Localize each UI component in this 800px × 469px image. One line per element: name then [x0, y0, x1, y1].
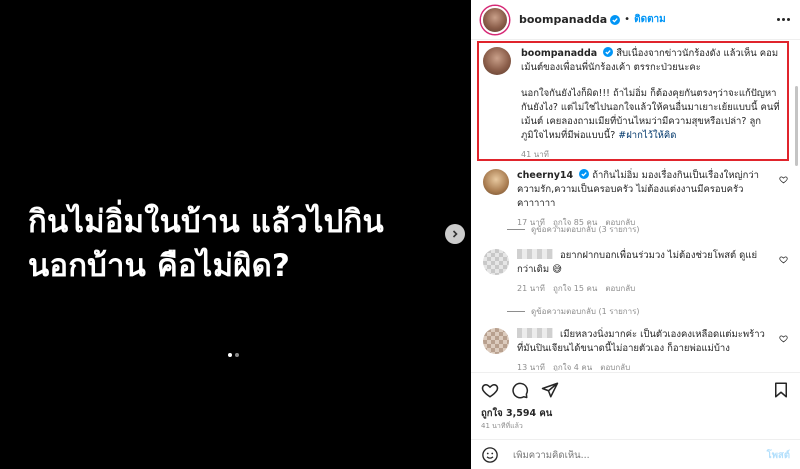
carousel-dot-active [228, 353, 232, 357]
caption-hashtag[interactable]: #ฝากไว้ให้คิด [618, 130, 676, 141]
post-header: boompanadda • ติดตาม [471, 0, 800, 40]
verified-badge-icon [579, 169, 590, 179]
comment-bubble-icon[interactable] [511, 381, 529, 399]
caption-avatar[interactable] [483, 47, 511, 75]
comment-likes[interactable]: ถูกใจ 15 คน [553, 282, 597, 295]
more-options-icon[interactable] [777, 18, 790, 21]
verified-badge-icon [603, 47, 614, 57]
post-media[interactable]: กินไม่อิ่มในบ้าน แล้วไปกิน นอกบ้าน คือไม… [0, 0, 471, 469]
comments-scrollbar[interactable] [795, 86, 798, 166]
view-replies-label: ดูข้อความตอบกลับ (1 รายการ) [531, 307, 640, 316]
emoji-smiley-icon[interactable] [481, 446, 499, 464]
comment-likes[interactable]: ถูกใจ 4 คน [553, 361, 592, 371]
post-comment-button[interactable]: โพสต์ [767, 448, 790, 463]
comment-item: อยากฝากบอกเพื่อนร่วมวง ไม่ต้องช่วยโพสต์ … [483, 249, 773, 295]
comment-text: เมียหลวงนิ่งมากค่ะ เป็นตัวเองคงเหลือดแต่… [517, 329, 765, 354]
comment-avatar-blurred[interactable] [483, 328, 509, 354]
comment-item: cheerny14 ถ้ากินไม่อิ่ม มองเรื่องกินเป็น… [483, 169, 773, 229]
follow-button[interactable]: ติดตาม [634, 12, 666, 27]
like-comment-heart-icon[interactable] [779, 334, 788, 343]
view-replies-button[interactable]: ดูข้อความตอบกลับ (3 รายการ) [507, 223, 640, 236]
comment-emoji: 😅 [552, 264, 563, 275]
reply-button[interactable]: ตอบกลับ [600, 361, 630, 371]
comment-time: 21 นาที [517, 284, 545, 293]
verified-badge-icon [610, 14, 621, 25]
like-comment-heart-icon[interactable] [779, 175, 788, 184]
post-caption: boompanadda สืบเนื่องจากข่าวนักร้องดัง แ… [483, 47, 783, 161]
media-caption-line-1: กินไม่อิ่มในบ้าน แล้วไปกิน [28, 204, 384, 240]
like-comment-heart-icon[interactable] [779, 255, 788, 264]
post-actions: ถูกใจ 3,594 คน 41 นาทีที่แล้ว โพสต์ [471, 372, 800, 469]
carousel-dot [235, 353, 239, 357]
post-sidebar: boompanadda • ติดตาม boompanadda สืบเนื่… [471, 0, 800, 469]
comment-time: 13 นาที [517, 363, 545, 371]
carousel-indicator [228, 353, 239, 357]
save-bookmark-icon[interactable] [772, 381, 790, 399]
comment-username-blurred[interactable] [517, 249, 553, 259]
comment-item: เมียหลวงนิ่งมากค่ะ เป็นตัวเองคงเหลือดแต่… [483, 328, 773, 371]
header-separator: • [624, 14, 631, 25]
like-heart-icon[interactable] [481, 381, 499, 399]
next-slide-button[interactable] [445, 224, 465, 244]
caption-username[interactable]: boompanadda [521, 48, 597, 59]
comment-username[interactable]: cheerny14 [517, 170, 573, 181]
chevron-right-icon [452, 230, 458, 238]
media-caption-line-2: นอกบ้าน คือไม่ผิด? [28, 248, 291, 284]
reply-button[interactable]: ตอบกลับ [605, 282, 635, 295]
comments-section: boompanadda สืบเนื่องจากข่าวนักร้องดัง แ… [471, 41, 800, 371]
add-comment-input[interactable] [513, 449, 767, 461]
caption-time: 41 นาที [521, 150, 549, 159]
comment-avatar[interactable] [483, 169, 509, 195]
comment-username-blurred[interactable] [517, 328, 553, 338]
share-paper-plane-icon[interactable] [541, 381, 559, 399]
author-avatar[interactable] [481, 5, 509, 34]
comment-avatar-blurred[interactable] [483, 249, 509, 275]
view-replies-button[interactable]: ดูข้อความตอบกลับ (1 รายการ) [507, 305, 640, 318]
post-time: 41 นาทีที่แล้ว [481, 422, 523, 430]
likes-count[interactable]: ถูกใจ 3,594 คน [481, 406, 552, 421]
action-bar [481, 379, 790, 401]
media-caption: กินไม่อิ่มในบ้าน แล้วไปกิน นอกบ้าน คือไม… [28, 200, 448, 288]
add-comment-bar: โพสต์ [471, 439, 800, 469]
view-replies-label: ดูข้อความตอบกลับ (3 รายการ) [531, 225, 640, 234]
author-username[interactable]: boompanadda [519, 13, 607, 26]
